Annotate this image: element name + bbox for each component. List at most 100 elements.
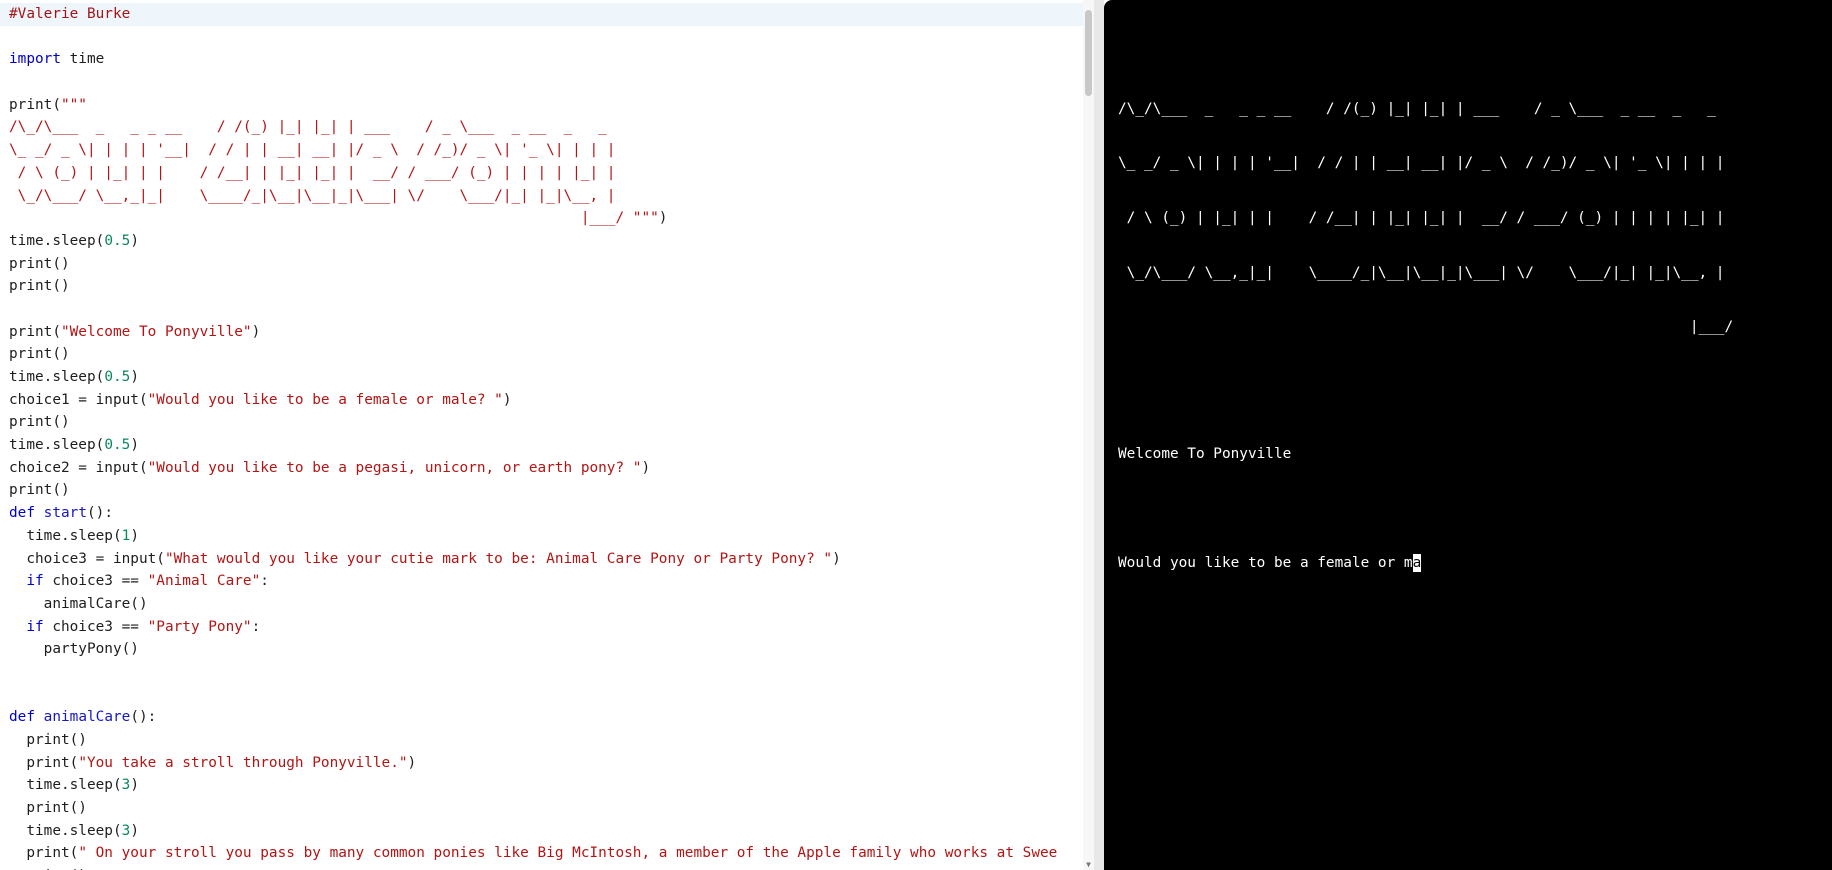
code-line[interactable]: print() <box>9 275 1076 298</box>
code-line[interactable]: choice1 = input("Would you like to be a … <box>9 389 1076 412</box>
console-panel[interactable]: /\_/\___ _ _ _ __ / /(_) |_| |_| | ___ /… <box>1104 0 1832 870</box>
code-token: "Would you like to be a pegasi, unicorn,… <box>147 459 642 476</box>
code-line[interactable]: print("You take a stroll through Ponyvil… <box>9 752 1076 775</box>
code-line[interactable]: \_ _/ _ \| | | | '__| / / | | __| __| |/… <box>9 139 1076 162</box>
scrollbar-thumb[interactable] <box>1085 10 1092 96</box>
code-line[interactable] <box>9 71 1076 94</box>
code-token: ) <box>407 754 417 771</box>
ascii-art-line: |___/ <box>1118 319 1734 336</box>
pane-divider[interactable] <box>1094 0 1104 870</box>
code-token: print() <box>9 346 70 363</box>
code-token: import <box>9 51 61 68</box>
code-token: time.sleep( <box>9 777 122 794</box>
code-token: if <box>26 618 44 635</box>
code-line[interactable]: /\_/\___ _ _ _ __ / /(_) |_| |_| | ___ /… <box>9 116 1076 139</box>
code-token: : <box>251 618 261 635</box>
console-prompt: Would you like to be a female or <box>1118 555 1404 572</box>
code-token: 3 <box>121 822 131 839</box>
code-line[interactable]: print("Welcome To Ponyville") <box>9 321 1076 344</box>
code-line[interactable]: animalCare() <box>9 593 1076 616</box>
code-token: choice1 = input( <box>9 391 148 408</box>
console-welcome-line: Welcome To Ponyville <box>1118 446 1292 463</box>
code-line[interactable]: print() <box>9 865 1076 870</box>
code-line[interactable] <box>9 661 1076 684</box>
code-token: partyPony() <box>9 641 139 658</box>
code-line[interactable]: time.sleep(0.5) <box>9 366 1076 389</box>
code-line[interactable]: time.sleep(3) <box>9 820 1076 843</box>
code-token: print( <box>9 96 61 113</box>
code-line[interactable] <box>9 26 1076 49</box>
code-token: (): <box>87 505 113 522</box>
code-token: /\_/\___ _ _ _ __ / /(_) |_| |_| | ___ /… <box>9 119 607 136</box>
ascii-art-banner: /\_/\___ _ _ _ __ / /(_) |_| |_| | ___ /… <box>1118 63 1832 372</box>
code-token: 0.5 <box>104 437 131 454</box>
code-line[interactable]: / \ (_) | |_| | | / /__| | |_| |_| | __/… <box>9 162 1076 185</box>
editor-scrollbar[interactable]: ▼ <box>1083 0 1094 870</box>
console-output: /\_/\___ _ _ _ __ / /(_) |_| |_| | ___ /… <box>1118 27 1832 609</box>
code-line[interactable]: time.sleep(0.5) <box>9 434 1076 457</box>
code-token: """ <box>60 96 87 113</box>
code-line[interactable] <box>9 298 1076 321</box>
code-line[interactable]: choice2 = input("Would you like to be a … <box>9 457 1076 480</box>
ascii-art-line: /\_/\___ _ _ _ __ / /(_) |_| |_| | ___ /… <box>1118 100 1716 117</box>
code-line[interactable]: choice3 = input("What would you like you… <box>9 548 1076 571</box>
code-token: print( <box>9 323 61 340</box>
code-token: "Would you like to be a female or male? … <box>147 391 503 408</box>
code-token: 0.5 <box>104 232 131 249</box>
code-line[interactable]: if choice3 == "Animal Care": <box>9 570 1076 593</box>
code-line[interactable]: print() <box>9 479 1076 502</box>
code-line[interactable]: print() <box>9 729 1076 752</box>
code-token: ) <box>832 550 841 567</box>
code-line[interactable]: print() <box>9 253 1076 276</box>
code-token: print( <box>9 754 79 771</box>
code-token: print( <box>9 845 79 862</box>
code-token: 3 <box>121 777 131 794</box>
code-token: : <box>260 573 269 590</box>
console-input-line[interactable]: Would you like to be a female or ma <box>1118 554 1832 573</box>
code-token: ) <box>130 822 139 839</box>
code-token: time.sleep( <box>9 369 105 385</box>
code-content[interactable]: #Valerie Burke import time print("""/\_/… <box>0 3 1094 870</box>
ascii-art-line: \_ _/ _ \| | | | '__| / / | | __| __| |/… <box>1118 155 1725 172</box>
code-token: #Valerie Burke <box>9 6 131 22</box>
code-token: 1 <box>121 527 131 544</box>
code-token: \_/\___/ \__,_|_| \____/_|\__|\__|_|\___… <box>9 187 616 204</box>
code-line[interactable]: print() <box>9 411 1076 434</box>
code-token: ) <box>658 210 668 227</box>
code-line[interactable]: \_/\___/ \__,_|_| \____/_|\__|\__|_|\___… <box>9 185 1076 208</box>
code-line[interactable]: def animalCare(): <box>9 706 1076 729</box>
scroll-down-arrow-icon[interactable]: ▼ <box>1084 860 1093 870</box>
code-line[interactable]: time.sleep(0.5) <box>9 230 1076 253</box>
code-line[interactable]: def start(): <box>9 502 1076 525</box>
code-line[interactable]: import time <box>9 48 1076 71</box>
code-token: ) <box>251 323 261 340</box>
code-editor[interactable]: #Valerie Burke import time print("""/\_/… <box>0 0 1094 870</box>
code-line[interactable]: |___/ """) <box>9 207 1076 230</box>
code-line[interactable] <box>9 684 1076 707</box>
code-token: print() <box>9 800 87 817</box>
code-token: / \ (_) | |_| | | / /__| | |_| |_| | __/… <box>9 164 616 181</box>
code-token: print() <box>9 278 70 295</box>
code-token: def <box>9 505 35 522</box>
console-typed-input[interactable]: m <box>1404 555 1413 571</box>
code-line[interactable]: partyPony() <box>9 638 1076 661</box>
code-token: \_ _/ _ \| | | | '__| / / | | __| __| |/… <box>9 142 616 159</box>
code-line[interactable]: print() <box>9 797 1076 820</box>
code-token: print() <box>9 732 87 748</box>
code-token: start <box>43 505 87 522</box>
code-line[interactable]: #Valerie Burke <box>0 3 1094 26</box>
code-line[interactable]: time.sleep(3) <box>9 774 1076 797</box>
code-line[interactable]: print() <box>9 343 1076 366</box>
code-line[interactable]: if choice3 == "Party Pony": <box>9 616 1076 639</box>
code-token: choice3 = input( <box>9 550 165 567</box>
code-token: "You take a stroll through Ponyville." <box>78 754 408 771</box>
code-line[interactable]: time.sleep(1) <box>9 525 1076 548</box>
code-token: time <box>60 51 105 68</box>
code-line[interactable]: print(""" <box>9 94 1076 117</box>
code-line[interactable]: print(" On your stroll you pass by many … <box>9 842 1076 865</box>
code-token: time.sleep( <box>9 527 122 544</box>
